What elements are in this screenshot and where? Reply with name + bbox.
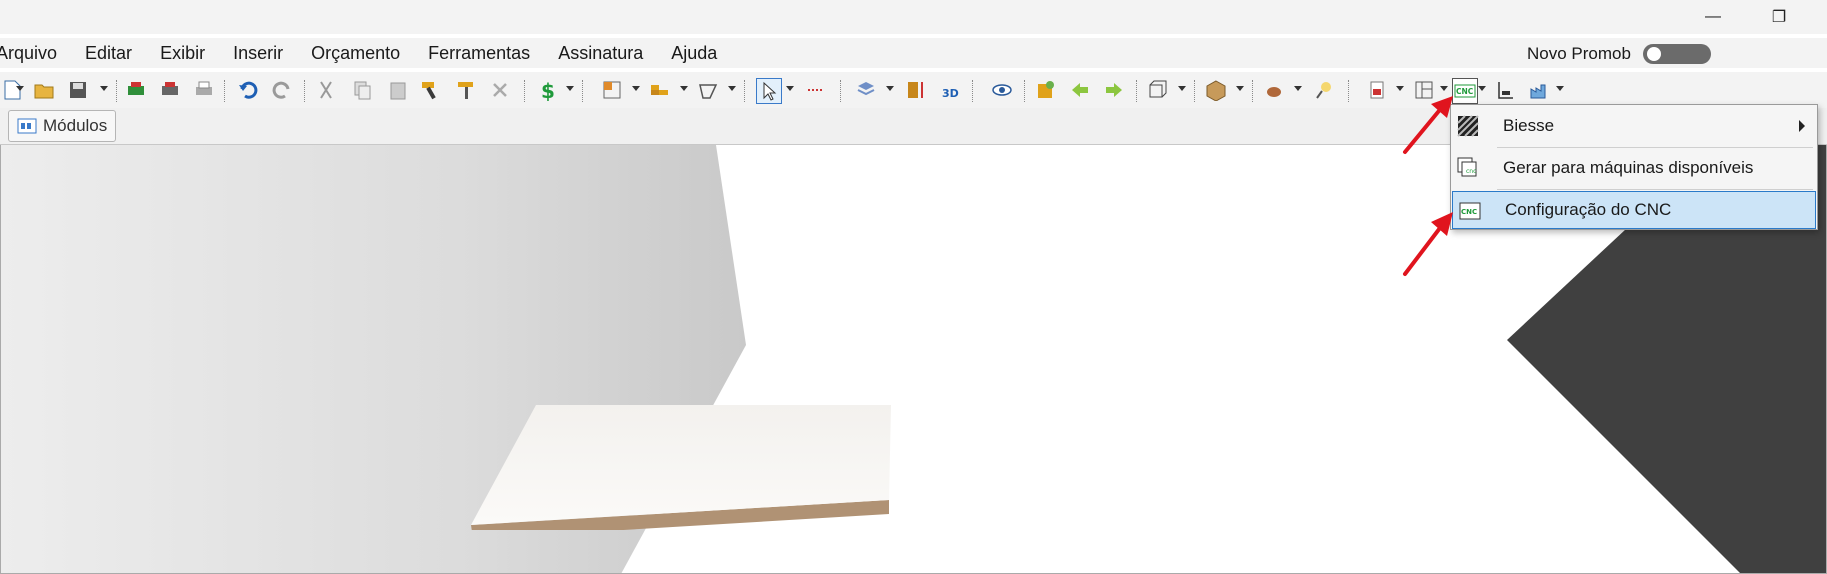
toolbar-separator <box>744 80 747 102</box>
shape-icon[interactable] <box>696 78 720 102</box>
printer-icon[interactable] <box>192 78 216 102</box>
title-bar: — ❐ <box>0 0 1827 34</box>
annotation-arrow-bottom <box>1403 212 1453 276</box>
lamp-icon[interactable] <box>1312 78 1336 102</box>
menu-item-gerar-maquinas-label: Gerar para máquinas disponíveis <box>1503 158 1754 177</box>
tab-modulos-label: Módulos <box>43 116 108 135</box>
hammer-icon[interactable] <box>418 78 442 102</box>
cnc-dropdown-menu: Biesse cnc Gerar para máquinas disponíve… <box>1450 104 1818 230</box>
menu-editar[interactable]: Editar <box>71 38 146 68</box>
menu-item-biesse[interactable]: Biesse <box>1451 107 1817 145</box>
layers-icon[interactable] <box>854 78 878 102</box>
delete-icon[interactable] <box>488 78 512 102</box>
factory-dropdown-arrow[interactable] <box>1556 86 1564 91</box>
select-dropdown-arrow[interactable] <box>786 86 794 91</box>
svg-text:3D: 3D <box>942 87 959 100</box>
toolbar-separator <box>116 80 119 102</box>
teapot-dropdown-arrow[interactable] <box>1294 86 1302 91</box>
eye-icon[interactable] <box>990 78 1014 102</box>
menu-exibir[interactable]: Exibir <box>146 38 219 68</box>
new-dropdown-arrow[interactable] <box>16 86 24 91</box>
shape-dropdown-arrow[interactable] <box>728 86 736 91</box>
novo-promob-toggle-group: Novo Promob <box>1527 44 1711 64</box>
box-icon[interactable] <box>1204 78 1228 102</box>
paint-roller-icon[interactable] <box>454 78 478 102</box>
toolbar-separator <box>972 80 975 102</box>
toolbar-separator <box>1024 80 1027 102</box>
menu-arquivo[interactable]: Arquivo <box>0 38 71 68</box>
novo-promob-label: Novo Promob <box>1527 44 1631 63</box>
toolbar-separator <box>1194 80 1197 102</box>
restore-button[interactable]: ❐ <box>1756 0 1802 34</box>
print-green-icon[interactable] <box>124 78 148 102</box>
arrow-left-icon[interactable] <box>1068 78 1092 102</box>
layers-dropdown-arrow[interactable] <box>886 86 894 91</box>
save-dropdown-arrow[interactable] <box>100 86 108 91</box>
paste-icon[interactable] <box>386 78 410 102</box>
cnc-dropdown-arrow[interactable] <box>1478 86 1486 91</box>
select-cursor-icon[interactable] <box>756 78 782 104</box>
layout-dropdown-arrow[interactable] <box>632 86 640 91</box>
factory-icon[interactable] <box>1528 78 1552 102</box>
modules-icon <box>17 118 37 134</box>
render-icon[interactable] <box>1034 78 1058 102</box>
menu-inserir[interactable]: Inserir <box>219 38 297 68</box>
toolbar-separator <box>582 80 585 102</box>
cut-list-icon[interactable] <box>1494 78 1518 102</box>
menu-assinatura[interactable]: Assinatura <box>544 38 657 68</box>
toggle-knob <box>1646 47 1661 61</box>
novo-promob-toggle[interactable] <box>1642 44 1711 64</box>
walls-dropdown-arrow[interactable] <box>680 86 688 91</box>
budget-dollar-icon[interactable]: $ <box>536 78 560 102</box>
svg-text:cnc: cnc <box>1466 168 1476 175</box>
restore-icon: ❐ <box>1771 9 1787 26</box>
menu-item-gerar-maquinas[interactable]: cnc Gerar para máquinas disponíveis <box>1451 149 1817 187</box>
toolbar-separator <box>1136 80 1139 102</box>
menu-ferramentas[interactable]: Ferramentas <box>414 38 544 68</box>
toolbar-separator <box>524 80 527 102</box>
box-dropdown-arrow[interactable] <box>1236 86 1244 91</box>
cube-dropdown-arrow[interactable] <box>1178 86 1186 91</box>
toolbar-separator <box>840 80 843 102</box>
annotation-arrow-top <box>1403 96 1453 154</box>
print-gray-icon[interactable] <box>158 78 182 102</box>
redo-icon[interactable] <box>270 78 294 102</box>
menu-ajuda[interactable]: Ajuda <box>657 38 731 68</box>
toolbar-separator <box>304 80 307 102</box>
menu-separator <box>1497 147 1813 148</box>
arrow-right-icon[interactable] <box>1102 78 1126 102</box>
report-icon[interactable] <box>1366 78 1390 102</box>
budget-dropdown-arrow[interactable] <box>566 86 574 91</box>
menu-separator <box>1497 189 1813 190</box>
layout-icon[interactable] <box>600 78 624 102</box>
toolbar-separator <box>1252 80 1255 102</box>
minimize-icon: — <box>1705 8 1721 25</box>
view-3d-icon[interactable]: 3D <box>938 78 962 102</box>
toolbar-separator <box>1348 80 1351 102</box>
minimize-button[interactable]: — <box>1690 0 1736 34</box>
undo-icon[interactable] <box>236 78 260 102</box>
teapot-icon[interactable] <box>1262 78 1286 102</box>
submenu-arrow-icon <box>1799 120 1805 132</box>
cube-wireframe-icon[interactable] <box>1146 78 1170 102</box>
door-measure-icon[interactable] <box>904 78 928 102</box>
menu-item-biesse-label: Biesse <box>1503 116 1555 135</box>
svg-text:$: $ <box>541 79 555 101</box>
walls-icon[interactable] <box>648 78 672 102</box>
menu-item-configuracao-cnc-label: Configuração do CNC <box>1505 200 1672 219</box>
menu-orcamento[interactable]: Orçamento <box>297 38 414 68</box>
cut-icon[interactable] <box>314 78 338 102</box>
main-toolbar: $ 3D CNC <box>0 72 1827 108</box>
measure-icon[interactable] <box>804 78 828 102</box>
menu-item-configuracao-cnc[interactable]: CNC Configuração do CNC <box>1452 191 1816 229</box>
machines-icon: cnc <box>1457 157 1477 177</box>
open-folder-icon[interactable] <box>32 78 56 102</box>
toolbar-separator <box>224 80 227 102</box>
copy-icon[interactable] <box>350 78 374 102</box>
tab-modulos[interactable]: Módulos <box>8 110 117 142</box>
save-icon[interactable] <box>66 78 90 102</box>
